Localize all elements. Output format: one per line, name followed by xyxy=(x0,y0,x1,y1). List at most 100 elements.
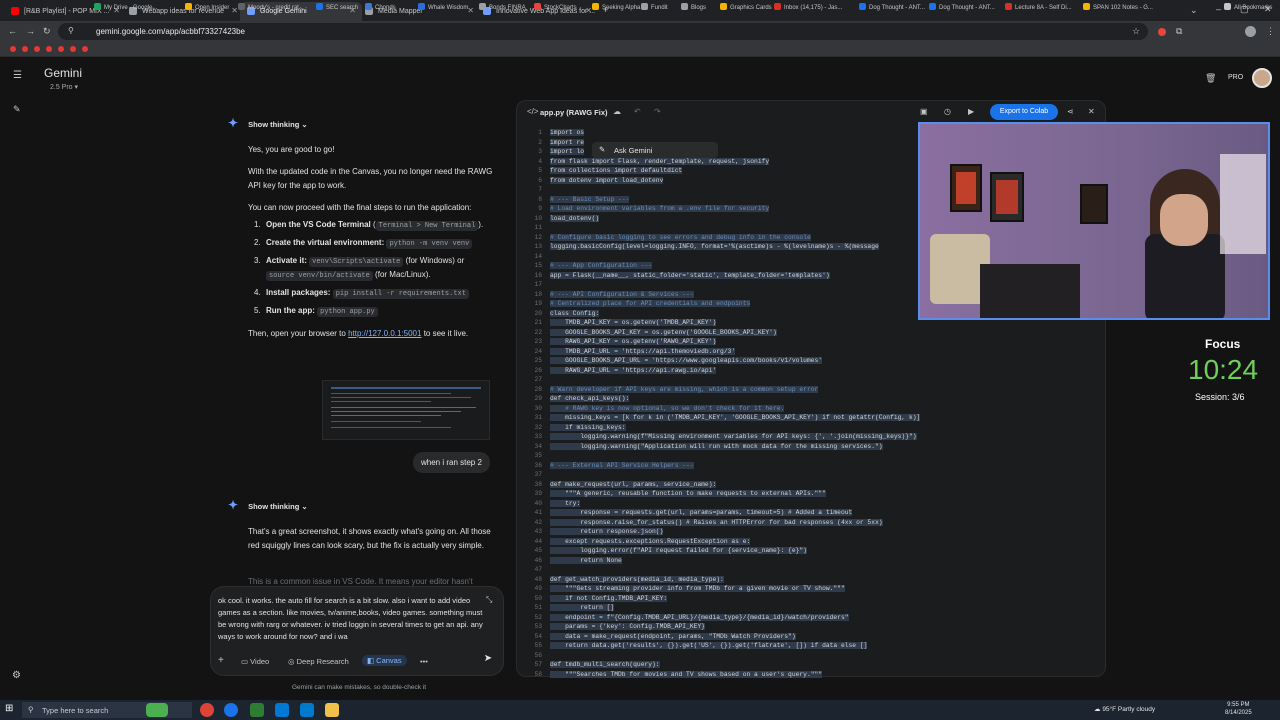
bookmark-item[interactable]: Open Insider xyxy=(185,3,229,11)
share-icon[interactable]: ⋖ xyxy=(1067,107,1074,116)
code-line: from flask import Flask, render_template… xyxy=(550,157,770,165)
prompt-input[interactable]: ok cool. it works. the auto fill for sea… xyxy=(218,595,486,643)
code-line: try: xyxy=(550,499,581,507)
address-bar[interactable]: gemini.google.com/app/acbbf73327423be xyxy=(58,23,1148,40)
canvas-title: app.py (RAWG Fix) xyxy=(540,108,608,117)
steam-icon[interactable] xyxy=(224,703,238,717)
pinned-bookmark-icon[interactable] xyxy=(10,46,16,52)
bookmark-star-icon[interactable]: ☆ xyxy=(1132,26,1140,37)
extensions-icon[interactable]: ⧉ xyxy=(1176,26,1182,37)
send-icon[interactable]: ➤ xyxy=(479,653,497,669)
tab-close-icon[interactable]: ✕ xyxy=(231,6,238,15)
user-avatar[interactable] xyxy=(1252,68,1272,88)
close-canvas-icon[interactable]: ✕ xyxy=(1088,107,1095,116)
pinned-bookmark-icon[interactable] xyxy=(22,46,28,52)
line-number: 15 xyxy=(534,262,542,269)
bookmark-item[interactable]: Cbonds xyxy=(365,3,396,11)
delete-chat-icon[interactable]: 🗑 xyxy=(1205,73,1216,84)
chrome-icon[interactable] xyxy=(200,703,214,717)
line-number: 29 xyxy=(534,395,542,402)
line-number: 5 xyxy=(538,167,542,174)
preview-icon[interactable]: ▣ xyxy=(920,107,928,116)
ask-gemini-popup[interactable]: ✎ Ask Gemini xyxy=(592,142,718,158)
code-line: # Warn developer if API keys are missing… xyxy=(550,385,819,393)
system-tray[interactable]: ☁ 95°F Partly cloudy xyxy=(1094,705,1155,713)
model-selector[interactable]: 2.5 Pro ▾ xyxy=(50,83,78,91)
bookmark-favicon-icon xyxy=(1083,3,1090,10)
site-info-icon[interactable]: ⚲ xyxy=(68,26,74,35)
browser-menu-icon[interactable]: ⋮ xyxy=(1266,26,1275,37)
new-chat-icon[interactable]: ✎ xyxy=(13,104,21,115)
export-to-colab-button[interactable]: Export to Colab xyxy=(990,104,1058,120)
folder-icon[interactable] xyxy=(325,703,339,717)
code-line: def get_watch_providers(media_id, media_… xyxy=(550,575,724,583)
forward-icon[interactable]: → xyxy=(26,26,35,36)
back-icon[interactable]: ← xyxy=(8,26,17,36)
add-attachment-icon[interactable]: + xyxy=(218,655,224,666)
taskbar-clock[interactable]: 9:55 PM 8/14/2025 xyxy=(1225,701,1252,717)
bookmark-item[interactable]: Fundit xyxy=(641,3,668,11)
settings-gear-icon[interactable]: ⚙ xyxy=(12,670,21,681)
more-tools[interactable]: ••• xyxy=(420,657,428,666)
tab-close-icon[interactable]: ✕ xyxy=(585,6,592,15)
bookmark-item[interactable]: Dog Thought - ANT... xyxy=(859,3,925,11)
all-bookmarks-link[interactable]: All Bookmarks xyxy=(1224,3,1272,11)
line-number: 8 xyxy=(538,195,542,203)
bookmark-item[interactable]: Inbox (14,175) - Jas... xyxy=(774,3,842,11)
step-item: 5. Run the app: python app.py xyxy=(254,306,378,317)
deep-research-tool[interactable]: ◎ Deep Research xyxy=(288,657,349,666)
code-line: endpoint = f"{Config.TMDB_API_URL}/{medi… xyxy=(550,613,849,621)
windows-start-icon[interactable]: ⊞ xyxy=(5,704,15,714)
bookmark-item[interactable]: Graphics Cards xyxy=(720,3,772,11)
reply-paragraph-1: That's a great screenshot, it shows exac… xyxy=(248,527,491,550)
code-line: GOOGLE_BOOKS_API_KEY = os.getenv('GOOGLE… xyxy=(550,328,777,336)
vscode-icon[interactable] xyxy=(300,703,314,717)
run-icon[interactable]: ▶ xyxy=(968,107,974,116)
profile-avatar[interactable] xyxy=(1245,26,1256,37)
bookmark-item[interactable]: My Drive - Google... xyxy=(94,3,157,11)
spotify-icon[interactable] xyxy=(250,703,264,717)
code-line: # Configure basic logging to see errors … xyxy=(550,233,811,241)
localhost-link[interactable]: http://127.0.0.1:5001 xyxy=(348,329,421,338)
hamburger-menu-icon[interactable]: ☰ xyxy=(13,70,22,81)
bookmark-favicon-icon xyxy=(365,3,372,10)
pinned-bookmark-icon[interactable] xyxy=(34,46,40,52)
bookmark-item[interactable]: SEC search xyxy=(316,3,358,11)
line-number: 9 xyxy=(538,205,542,212)
pinned-bookmark-icon[interactable] xyxy=(58,46,64,52)
bookmark-favicon-icon xyxy=(1005,3,1012,10)
show-thinking-toggle-2[interactable]: ✦ Show thinking ⌄ xyxy=(228,498,308,512)
bookmark-item[interactable]: Seeking Alpha xyxy=(592,3,640,11)
bookmark-item[interactable]: SPAN 102 Notes - G... xyxy=(1083,3,1153,11)
collapse-input-icon[interactable]: ⤡ xyxy=(486,595,492,605)
reload-icon[interactable]: ↻ xyxy=(43,26,51,37)
pinned-bookmark-icon[interactable] xyxy=(46,46,52,52)
line-number: 37 xyxy=(534,471,542,478)
file-explorer-icon[interactable] xyxy=(275,703,289,717)
canvas-tool[interactable]: ◧ Canvas xyxy=(362,655,407,666)
bookmark-item[interactable]: Blogs xyxy=(681,3,706,11)
bookmark-item[interactable]: Bonds FINRA xyxy=(479,3,526,11)
minimize-button[interactable]: – xyxy=(1216,4,1221,14)
pinned-bookmark-icon[interactable] xyxy=(82,46,88,52)
screenshot-thumbnail[interactable] xyxy=(322,380,490,440)
bookmark-item[interactable]: Whale Wisdom xyxy=(418,3,468,11)
video-icon: ▭ xyxy=(241,657,251,666)
video-tool[interactable]: ▭ Video xyxy=(241,657,269,666)
version-history-icon[interactable]: ☁ xyxy=(613,107,621,116)
pinned-bookmark-icon[interactable] xyxy=(70,46,76,52)
history-icon[interactable]: ◷ xyxy=(944,107,951,116)
bookmark-item[interactable]: StockCharts xyxy=(534,3,577,11)
show-thinking-toggle[interactable]: ✦ Show thinking ⌄ xyxy=(228,116,308,130)
extension-icon[interactable] xyxy=(1158,28,1166,36)
undo-icon[interactable]: ↶ xyxy=(634,107,641,116)
redo-icon[interactable]: ↷ xyxy=(654,107,661,116)
line-number: 41 xyxy=(534,509,542,516)
tab-search-icon[interactable]: ⌄ xyxy=(1190,5,1198,16)
bookmark-item[interactable]: Lecture 8A - Self Di... xyxy=(1005,3,1072,11)
line-number: 56 xyxy=(534,651,542,659)
code-line: except requests.exceptions.RequestExcept… xyxy=(550,537,751,545)
code-line: missing_keys = [k for k in ('TMDB_API_KE… xyxy=(550,414,921,421)
bookmark-item[interactable]: Moody's - credit rat... xyxy=(238,3,304,11)
bookmark-item[interactable]: Dog Thought - ANT... xyxy=(929,3,995,11)
